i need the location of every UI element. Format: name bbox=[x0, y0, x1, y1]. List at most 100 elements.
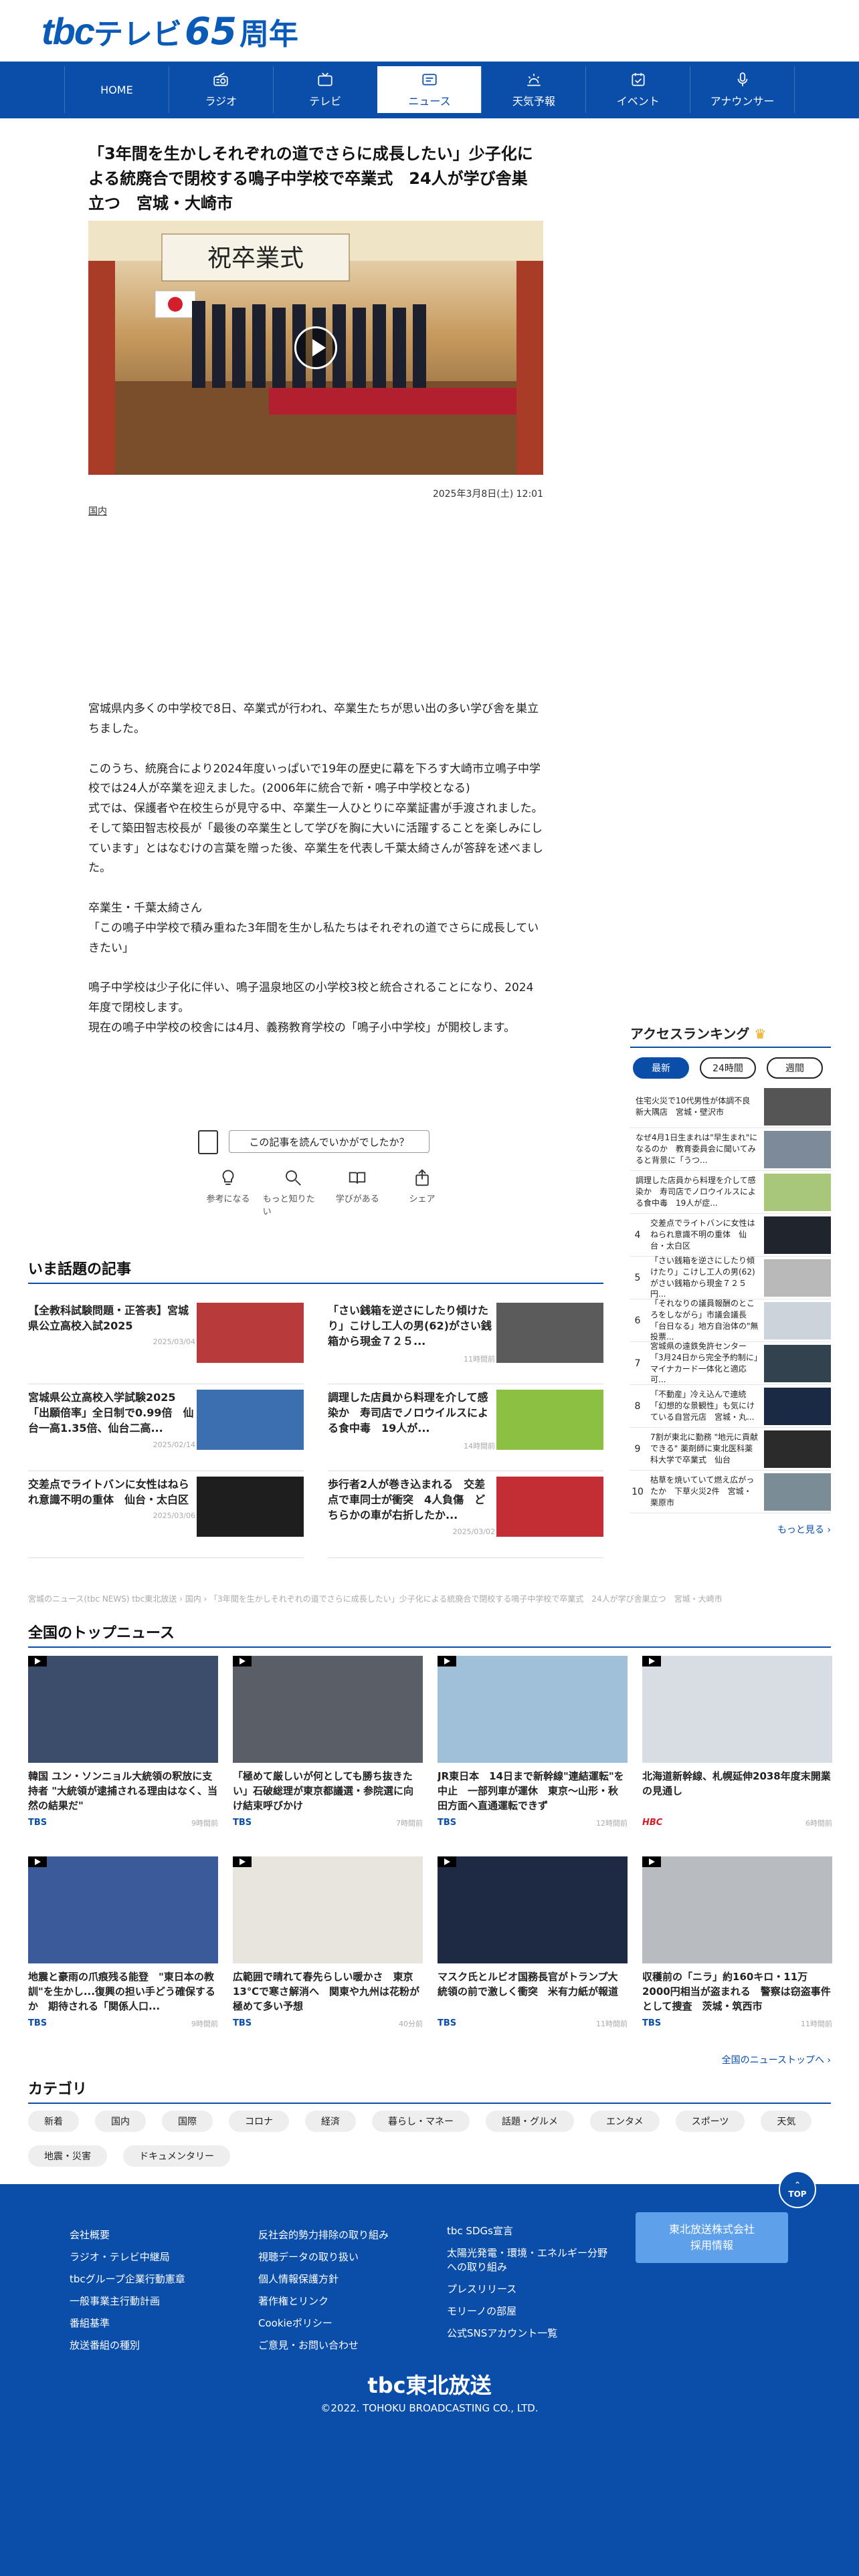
article: 「3年間を生かしそれぞれの道でさらに成長したい」少子化による統廃合で閉校する鳴子… bbox=[88, 142, 543, 217]
category-chip[interactable]: スポーツ bbox=[675, 2111, 745, 2132]
footer-link[interactable]: 番組基準 bbox=[70, 2313, 185, 2335]
site-logo[interactable]: tbc テレビ 65 周年 bbox=[41, 9, 298, 53]
trending-item[interactable]: 【全教科試験問題・正答表】宮城県公立高校入試2025 2025/03/04 bbox=[28, 1297, 304, 1384]
trending-item-title: 調理した店員から料理を介して感染か 寿司店でノロウイルスによる食中毒 19人が.… bbox=[328, 1391, 489, 1435]
top-news-item[interactable]: マスク氏とルビオ国務長官がトランプ大統領の前で激しく衝突 米有力紙が報道 TBS 1… bbox=[438, 1856, 628, 2044]
trending-item[interactable]: 交差点でライトバンに女性はねられ意識不明の重体 仙台・太白区 2025/03/06 bbox=[28, 1471, 304, 1558]
trending-item[interactable]: 歩行者2人が巻き込まれる 交差点で車同士が衝突 4人負傷 どちらかの車が右折した… bbox=[328, 1471, 603, 1558]
top-news-list: 韓国 ユン・ソンニョル大統領の釈放に支持者 "大統領が逮捕される理由はなく、当然… bbox=[28, 1656, 832, 2044]
play-button[interactable] bbox=[294, 326, 337, 369]
ranking-item[interactable]: 8 「不動産」冷え込んで連続「幻想的な景観性」も気にけている自営元店 宮城・丸..… bbox=[630, 1385, 831, 1428]
footer-link[interactable]: tbcグループ企業行動憲章 bbox=[70, 2268, 185, 2290]
category-chip[interactable]: ドキュメンタリー bbox=[123, 2145, 230, 2167]
nav-home[interactable]: HOME bbox=[64, 66, 169, 113]
trending-item-date: 2025/03/06 bbox=[153, 1511, 195, 1521]
video-icon bbox=[438, 1656, 456, 1667]
footer-link[interactable]: ラジオ・テレビ中継局 bbox=[70, 2246, 185, 2268]
category-chip[interactable]: 暮らし・マネー bbox=[372, 2111, 470, 2132]
ranking-thumbnail bbox=[764, 1387, 831, 1425]
footer-link[interactable]: 太陽光発電・環境・エネルギー分野への取り組み bbox=[447, 2246, 607, 2274]
top-news-item[interactable]: 「極めて厳しいが何としても勝ち抜きたい」石破総理が東京都議選・参院選に向け結束呼… bbox=[233, 1656, 423, 1843]
ranking-tab-weekly[interactable]: 週間 bbox=[767, 1057, 823, 1079]
article-paragraph: このうち、統廃合により2024年度いっぱいで19年の歴史に幕を下ろす大崎市立鳴子… bbox=[88, 762, 543, 875]
ranking-item[interactable]: 5 「さい銭箱を逆さにしたり傾けたり」こけし工人の男(62)がさい銭箱から現金７２… bbox=[630, 1256, 831, 1299]
trending-item[interactable]: 調理した店員から料理を介して感染か 寿司店でノロウイルスによる食中毒 19人が.… bbox=[328, 1384, 603, 1471]
footer-link[interactable]: 著作権とリンク bbox=[258, 2290, 389, 2313]
footer-link[interactable]: 視聴データの取り扱い bbox=[258, 2246, 389, 2268]
footer-link[interactable]: 放送番組の種別 bbox=[70, 2335, 185, 2357]
category-chip[interactable]: 新着 bbox=[28, 2111, 79, 2132]
top-news-title: 北海道新幹線、札幌延伸2038年度末開業の見通し bbox=[642, 1770, 831, 1797]
footer-link[interactable]: tbc SDGs宣言 bbox=[447, 2224, 607, 2238]
nav-announcer[interactable]: アナウンサー bbox=[690, 66, 795, 113]
article-category-link[interactable]: 国内 bbox=[88, 504, 107, 518]
nav-news[interactable]: ニュース bbox=[377, 66, 482, 113]
article-video[interactable]: 祝卒業式 bbox=[88, 221, 543, 475]
reaction-learn-button[interactable]: 学びがある bbox=[327, 1168, 387, 1217]
ranking-thumbnail bbox=[764, 1087, 831, 1125]
top-news-title: 広範囲で晴れて春先らしい暖かさ 東京13℃で寒さ解消へ 関東や九州は花粉が極めて… bbox=[233, 1971, 420, 2012]
footer-link-column: 反社会的勢力排除の取り組み 視聴データの取り扱い 個人情報保護方針 著作権とリンク Co… bbox=[258, 2224, 389, 2357]
footer-link[interactable]: 一般事業主行動計画 bbox=[70, 2290, 185, 2313]
nav-weather[interactable]: 天気予報 bbox=[481, 66, 585, 113]
ranking-item[interactable]: 3調理した店員から料理を介して感染か 寿司店でノロウイルスによる食中毒 19人が… bbox=[630, 1171, 831, 1214]
top-news-item[interactable]: 北海道新幹線、札幌延伸2038年度末開業の見通し HBC 6時間前 bbox=[642, 1656, 832, 1843]
top-news-item[interactable]: JR東日本 14日まで新幹線"連結運転"を中止 一部列車が運休 東京〜山形・秋田… bbox=[438, 1656, 628, 1843]
ranking-item[interactable]: 1住宅火災で10代男性が体調不良 新大隅店 宮城・壁沢市 bbox=[630, 1085, 831, 1128]
footer-link[interactable]: 個人情報保護方針 bbox=[258, 2268, 389, 2290]
trending-item[interactable]: 宮城県公立高校入学試験2025「出願倍率」全日制で0.99倍 仙台一高1.35倍… bbox=[28, 1384, 304, 1471]
ranking-tab-latest[interactable]: 最新 bbox=[633, 1057, 689, 1079]
ranking-more-link[interactable]: もっと見る › bbox=[630, 1523, 831, 1536]
category-chip[interactable]: 天気 bbox=[761, 2111, 812, 2132]
category-chip[interactable]: コロナ bbox=[229, 2111, 289, 2132]
reaction-helpful-button[interactable]: 参考になる bbox=[198, 1168, 258, 1217]
ranking-thumbnail bbox=[764, 1301, 831, 1339]
trending-item-date: 14時間前 bbox=[464, 1441, 495, 1451]
ranking-item[interactable]: 9 7割が東北に勤務 "地元に貢献できる" 薬剤師に東北医科薬科大学で卒業式 仙台 bbox=[630, 1428, 831, 1471]
top-news-item[interactable]: 地震と豪雨の爪痕残る能登 "東日本の教訓"を生かし...復興の担い手どう確保する… bbox=[28, 1856, 218, 2044]
footer-link[interactable]: プレスリリース bbox=[447, 2282, 607, 2296]
ranking-number: 8 bbox=[634, 1400, 641, 1412]
top-news-more-link[interactable]: 全国のニューストップへ › bbox=[28, 2053, 831, 2066]
footer-link[interactable]: モリーノの部屋 bbox=[447, 2304, 607, 2319]
recruit-button[interactable]: 東北放送株式会社 採用情報 bbox=[636, 2212, 788, 2263]
top-news-item[interactable]: 収穫前の「ニラ」約160キロ・11万2000円相当が盗まれる 警察は窃盗事件とし… bbox=[642, 1856, 832, 2044]
nav-radio[interactable]: ラジオ bbox=[168, 66, 273, 113]
ranking-item[interactable]: 7 宮城県の遠鉄免許センター「3月24日から完全予約制に」マイナカード一体化と適応… bbox=[630, 1341, 831, 1385]
feedback-label: この記事を読んでいかがでしたか？ bbox=[229, 1130, 430, 1153]
footer-link[interactable]: Cookieポリシー bbox=[258, 2313, 389, 2335]
category-chip[interactable]: 国際 bbox=[162, 2111, 213, 2132]
reaction-more-button[interactable]: もっと知りたい bbox=[263, 1168, 323, 1217]
trending-item[interactable]: 「さい銭箱を逆さにしたり傾けたり」こけし工人の男(62)がさい銭箱から現金７２５… bbox=[328, 1297, 603, 1384]
trending-thumbnail bbox=[496, 1390, 603, 1450]
category-chip[interactable]: 国内 bbox=[95, 2111, 146, 2132]
ranking-item-title: 「不動産」冷え込んで連続「幻想的な景観性」も気にけている自営元店 宮城・丸... bbox=[650, 1390, 755, 1422]
nav-tv[interactable]: テレビ bbox=[272, 66, 377, 113]
top-news-thumbnail bbox=[233, 1656, 423, 1763]
category-chip[interactable]: 話題・グルメ bbox=[486, 2111, 574, 2132]
ranking-item[interactable]: 10 枯草を焼いていて燃え広がったか 下草火災2件 宮城・栗原市 bbox=[630, 1471, 831, 1513]
ranking-item[interactable]: 6 「それなりの議員報酬のところをしながら」市議会議長「台日なる」地方自治体の"無… bbox=[630, 1299, 831, 1342]
feedback-prompt: この記事を読んでいかがでしたか？ bbox=[198, 1129, 432, 1156]
footer-link[interactable]: ご意見・お問い合わせ bbox=[258, 2335, 389, 2357]
footer-link[interactable]: 公式SNSアカウント一覧 bbox=[447, 2327, 607, 2341]
footer-link[interactable]: 会社概要 bbox=[70, 2224, 185, 2246]
top-news-thumbnail bbox=[28, 1856, 218, 1963]
category-chip[interactable]: 経済 bbox=[305, 2111, 356, 2132]
ranking-item-title: なぜ4月1日生まれは"早生まれ"になるのか 教育委員会に聞いてみると背景に「うつ… bbox=[636, 1133, 758, 1165]
back-to-top-button[interactable]: ⌃ TOP bbox=[779, 2171, 816, 2208]
ranking-item[interactable]: 4 交差点でライトバンに女性はねられ意識不明の重体 仙台・太白区 bbox=[630, 1214, 831, 1257]
category-chip[interactable]: エンタメ bbox=[590, 2111, 660, 2132]
nav-event[interactable]: イベント bbox=[585, 66, 690, 113]
top-news-item[interactable]: 広範囲で晴れて春先らしい暖かさ 東京13℃で寒さ解消へ 関東や九州は花粉が極めて… bbox=[233, 1856, 423, 2044]
reaction-share-button[interactable]: シェア bbox=[392, 1168, 452, 1217]
ranking-number: 6 bbox=[634, 1315, 641, 1326]
ranking-item[interactable]: 2なぜ4月1日生まれは"早生まれ"になるのか 教育委員会に聞いてみると背景に「う… bbox=[630, 1128, 831, 1171]
category-chip[interactable]: 地震・災害 bbox=[28, 2145, 107, 2167]
video-icon bbox=[28, 1856, 47, 1867]
top-news-item[interactable]: 韓国 ユン・ソンニョル大統領の釈放に支持者 "大統領が逮捕される理由はなく、当然… bbox=[28, 1656, 218, 1843]
breadcrumb[interactable]: 宮城のニュース(tbc NEWS) tbc東北放送 › 国内 › 「3年間を生か… bbox=[28, 1593, 831, 1604]
top-news-thumbnail bbox=[438, 1656, 628, 1763]
ranking-tab-24h[interactable]: 24時間 bbox=[700, 1057, 756, 1079]
footer-link[interactable]: 反社会的勢力排除の取り組み bbox=[258, 2224, 389, 2246]
